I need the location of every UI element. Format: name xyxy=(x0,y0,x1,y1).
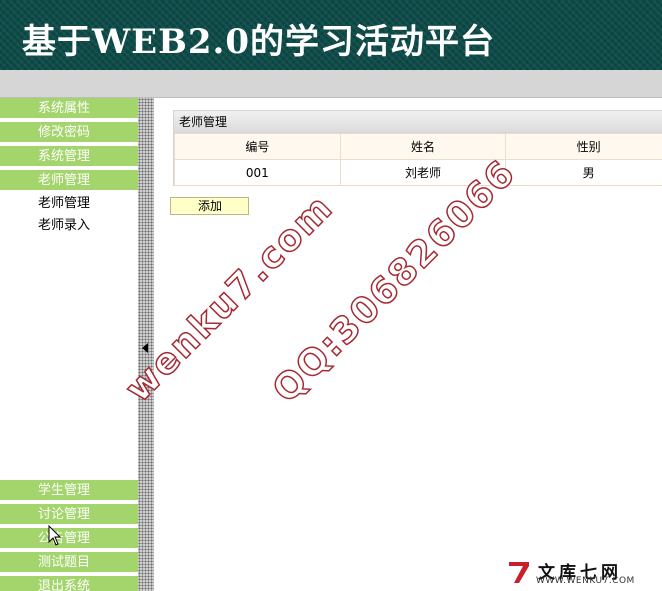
sidebar-item-discussion-management[interactable]: 讨论管理 xyxy=(0,504,138,526)
app-header: 基于WEB2.0的学习活动平台 xyxy=(0,0,662,70)
table-header-row: 编号 姓名 性别 xyxy=(174,133,662,160)
sidebar-item-system-management[interactable]: 系统管理 xyxy=(0,146,138,168)
sidebar-item-change-password[interactable]: 修改密码 xyxy=(0,122,138,144)
sidebar-item-teacher-management[interactable]: 老师管理 xyxy=(0,170,138,192)
cell-id: 001 xyxy=(174,159,341,186)
mouse-pointer-icon xyxy=(48,525,62,546)
app-title: 基于WEB2.0的学习活动平台 xyxy=(22,22,495,62)
sidebar: 系统属性 修改密码 系统管理 老师管理 老师管理 老师录入 学生管理 讨论管理 … xyxy=(0,98,138,591)
teacher-management-panel: 老师管理 编号 姓名 性别 001 刘老师 男 xyxy=(173,110,662,186)
submenu-item-teacher-entry[interactable]: 老师录入 xyxy=(38,215,90,237)
sidebar-item-logout[interactable]: 退出系统 xyxy=(0,576,138,591)
panel-title: 老师管理 xyxy=(174,111,662,133)
column-header-gender: 性别 xyxy=(505,133,662,160)
wenku7-logo-icon xyxy=(509,562,529,583)
add-button[interactable]: 添加 xyxy=(170,197,249,215)
teacher-table: 编号 姓名 性别 001 刘老师 男 xyxy=(174,133,662,186)
site-logo: 文库七网 WWW.WENKU7.COM xyxy=(508,556,635,590)
cell-gender: 男 xyxy=(505,159,662,186)
column-header-id: 编号 xyxy=(174,133,341,160)
sidebar-splitter[interactable] xyxy=(138,98,154,591)
submenu-item-teacher-list[interactable]: 老师管理 xyxy=(38,193,90,215)
sidebar-item-test-questions[interactable]: 测试题目 xyxy=(0,552,138,574)
logo-text-en: WWW.WENKU7.COM xyxy=(536,576,635,586)
column-header-name: 姓名 xyxy=(339,133,507,160)
sidebar-item-system-properties[interactable]: 系统属性 xyxy=(0,98,138,120)
table-row[interactable]: 001 刘老师 男 xyxy=(174,159,662,186)
sidebar-item-student-management[interactable]: 学生管理 xyxy=(0,480,138,502)
sidebar-item-announcement-management[interactable]: 公告管理 xyxy=(0,528,138,550)
toolbar-strip xyxy=(0,70,662,98)
main-content: 老师管理 编号 姓名 性别 001 刘老师 男 添加 xyxy=(154,98,662,591)
